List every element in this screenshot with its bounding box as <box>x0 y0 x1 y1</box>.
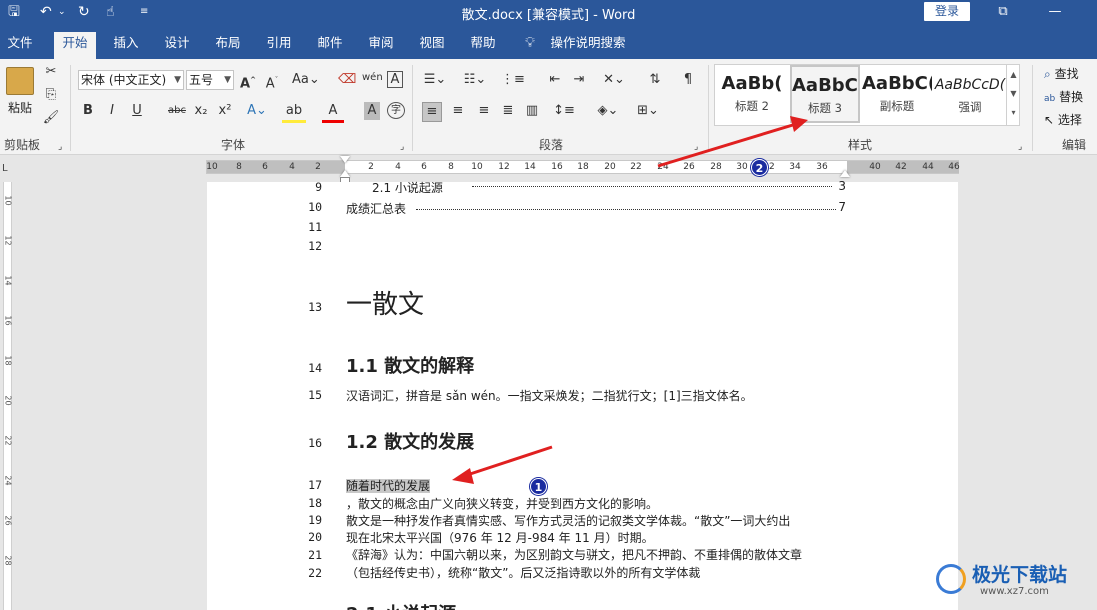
arrow-head <box>452 468 474 484</box>
arrow-to-selection <box>463 445 553 478</box>
watermark-url: www.xz7.com <box>980 586 1049 597</box>
arrow-head <box>790 116 808 132</box>
annotation-arrows <box>452 116 808 484</box>
step-badge-1: 1 <box>530 478 547 495</box>
watermark-swirl-icon <box>936 564 966 594</box>
watermark-text: 极光下载站 <box>972 564 1068 586</box>
watermark-logo: 极光下载站 www.xz7.com <box>936 560 1096 608</box>
arrow-to-styles <box>657 122 797 168</box>
step-badge-2: 2 <box>751 159 768 176</box>
